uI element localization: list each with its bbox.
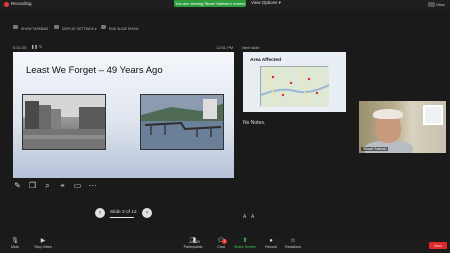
grid-view-icon[interactable]	[428, 2, 435, 7]
flood-bridge-photo	[140, 94, 224, 150]
end-meeting-button[interactable]: End	[429, 242, 447, 249]
slideshow-timer: 0:01:25	[13, 45, 27, 50]
end-slideshow-icon	[101, 25, 106, 29]
show-taskbar-button[interactable]: SHOW TASKBAR	[21, 27, 48, 31]
participant-name: Stuart Saleski	[361, 147, 389, 151]
view-button[interactable]: View	[436, 2, 445, 7]
slide-title: Least We Forget – 49 Years Ago	[26, 65, 163, 76]
restart-icon[interactable]: ↻	[39, 44, 42, 49]
chat-unread-badge: 1	[222, 239, 227, 244]
taskbar-icon	[13, 25, 18, 29]
reactions-button[interactable]: ☺ Reactions	[280, 238, 306, 253]
video-window-frame	[423, 105, 443, 125]
slide-counter-underline	[110, 217, 134, 218]
display-settings-button[interactable]: DISPLAY SETTINGS ▾	[62, 27, 97, 31]
chat-button[interactable]: 💬︎ Chat	[208, 238, 234, 253]
zoom-out-notes-icon[interactable]: A	[251, 214, 254, 220]
current-slide: Least We Forget – 49 Years Ago	[13, 52, 234, 178]
zoom-icon[interactable]: ⌕	[43, 181, 52, 190]
zoom-in-notes-icon[interactable]: A	[243, 214, 246, 220]
previous-slide-button[interactable]: ‹	[95, 208, 105, 218]
recording-icon	[4, 2, 9, 7]
microphone-icon: 🎙︎	[11, 238, 19, 244]
chat-icon: 💬︎	[217, 238, 225, 244]
pen-icon[interactable]: ✎	[13, 181, 22, 190]
flood-street-photo	[22, 94, 106, 150]
participants-icon: 👥︎	[189, 238, 197, 244]
next-slide-preview[interactable]: Area Affected	[243, 52, 346, 112]
participant-video[interactable]: Stuart Saleski	[359, 101, 446, 153]
video-camera-icon: ▶	[40, 238, 46, 244]
recording-label: Recording	[11, 1, 32, 6]
display-settings-icon	[54, 25, 59, 29]
participants-button[interactable]: 👥︎ Participants	[180, 238, 206, 253]
mute-button[interactable]: 🎙︎ Mute	[2, 238, 28, 253]
slide-counter: Slide 3 of 12	[110, 210, 137, 215]
next-slide-title: Area Affected	[250, 58, 282, 63]
share-screen-icon: ⬆	[242, 238, 248, 244]
pause-icon[interactable]: ❚❚	[31, 44, 38, 49]
pointer-icon[interactable]: ⌖	[58, 181, 67, 190]
stop-video-button[interactable]: ▶ Stop Video	[30, 238, 56, 253]
black-screen-icon[interactable]: ▭	[73, 181, 82, 190]
next-slide-button[interactable]: ›	[142, 208, 152, 218]
end-slideshow-button[interactable]: END SLIDE SHOW	[109, 27, 138, 31]
map-image	[260, 66, 330, 108]
screen-share-banner: You are viewing Stuart Saleski's screen	[174, 0, 246, 7]
reactions-icon: ☺	[289, 238, 297, 244]
more-options-icon[interactable]: ⋯	[88, 181, 97, 190]
all-slides-icon[interactable]: ❐	[28, 181, 37, 190]
clock-time: 12:51 PM	[216, 45, 234, 50]
share-screen-button[interactable]: ⬆ Share Screen	[232, 238, 258, 253]
speaker-notes: No Notes.	[243, 120, 266, 126]
participant-hair	[373, 109, 403, 119]
view-options-button[interactable]: View Options ▾	[251, 0, 281, 6]
next-slide-label: Next slide	[242, 45, 260, 50]
participants-count: 29	[196, 240, 200, 244]
